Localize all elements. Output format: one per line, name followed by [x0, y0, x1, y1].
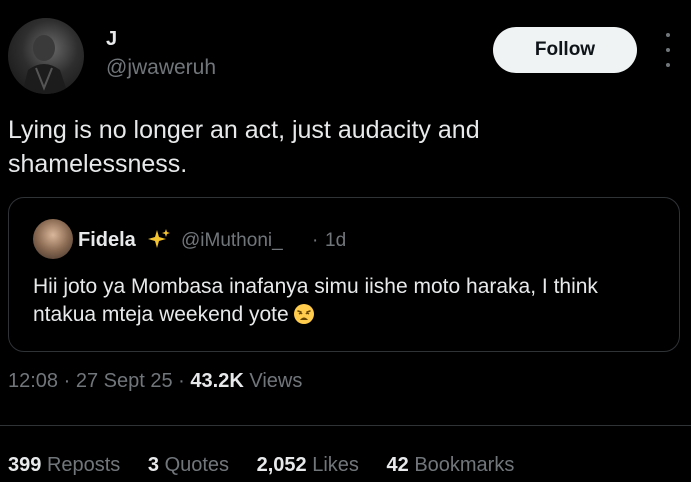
tweet-meta: 12:08 · 27 Sept 25 · 43.2K Views: [8, 370, 302, 393]
likes-count: 2,052: [256, 454, 307, 476]
tweet-text: Lying is no longer an act, just audacity…: [8, 116, 480, 178]
bookmarks-stat[interactable]: 42 Bookmarks: [387, 454, 515, 476]
quoted-timestamp[interactable]: 1d: [325, 230, 346, 252]
meta-separator: ·: [63, 370, 71, 392]
quoted-author-name[interactable]: Fidela: [78, 229, 136, 252]
author-avatar[interactable]: [8, 18, 84, 94]
quoted-tweet-text: Hii joto ya Mombasa inafanya simu iishe …: [33, 273, 663, 329]
reposts-label: Reposts: [46, 454, 121, 476]
engagement-stats: 399 Reposts 3 Quotes 2,052 Likes 42 Book…: [8, 454, 536, 477]
tweet-time[interactable]: 12:08: [8, 370, 58, 392]
quotes-label: Quotes: [164, 454, 230, 476]
more-dot: [666, 33, 670, 37]
likes-stat[interactable]: 2,052 Likes: [257, 454, 359, 476]
author-display-name[interactable]: J: [106, 28, 117, 51]
bookmarks-count: 42: [386, 454, 409, 476]
quoted-author-avatar[interactable]: [33, 219, 73, 259]
follow-button[interactable]: Follow: [493, 27, 637, 73]
divider: [0, 425, 691, 426]
avatar-photo: [22, 35, 68, 94]
meta-separator: ·: [178, 370, 185, 392]
tweet-date[interactable]: 27 Sept 25: [76, 370, 173, 392]
reposts-count: 399: [8, 454, 42, 476]
quoted-author-handle[interactable]: @iMuthoni_: [181, 230, 283, 252]
author-handle[interactable]: @jwaweruh: [106, 56, 216, 80]
sparkle-icon: [148, 229, 170, 248]
weary-face-emoji: [293, 304, 314, 324]
quotes-count: 3: [147, 454, 159, 476]
reposts-stat[interactable]: 399 Reposts: [8, 454, 120, 476]
more-icon[interactable]: [658, 33, 678, 67]
bookmarks-label: Bookmarks: [414, 454, 515, 476]
views-label: Views: [249, 370, 303, 392]
views-count: 43.2K: [190, 370, 244, 392]
more-dot: [666, 63, 670, 67]
quoted-text-content: Hii joto ya Mombasa inafanya simu iishe …: [33, 275, 598, 326]
quoted-separator: ·: [312, 230, 319, 251]
quoted-tweet-card[interactable]: Fidela @iMuthoni_ · 1d Hii joto ya Momba…: [8, 197, 680, 352]
quotes-stat[interactable]: 3 Quotes: [148, 454, 229, 476]
more-dot: [666, 48, 670, 52]
likes-label: Likes: [312, 454, 359, 476]
